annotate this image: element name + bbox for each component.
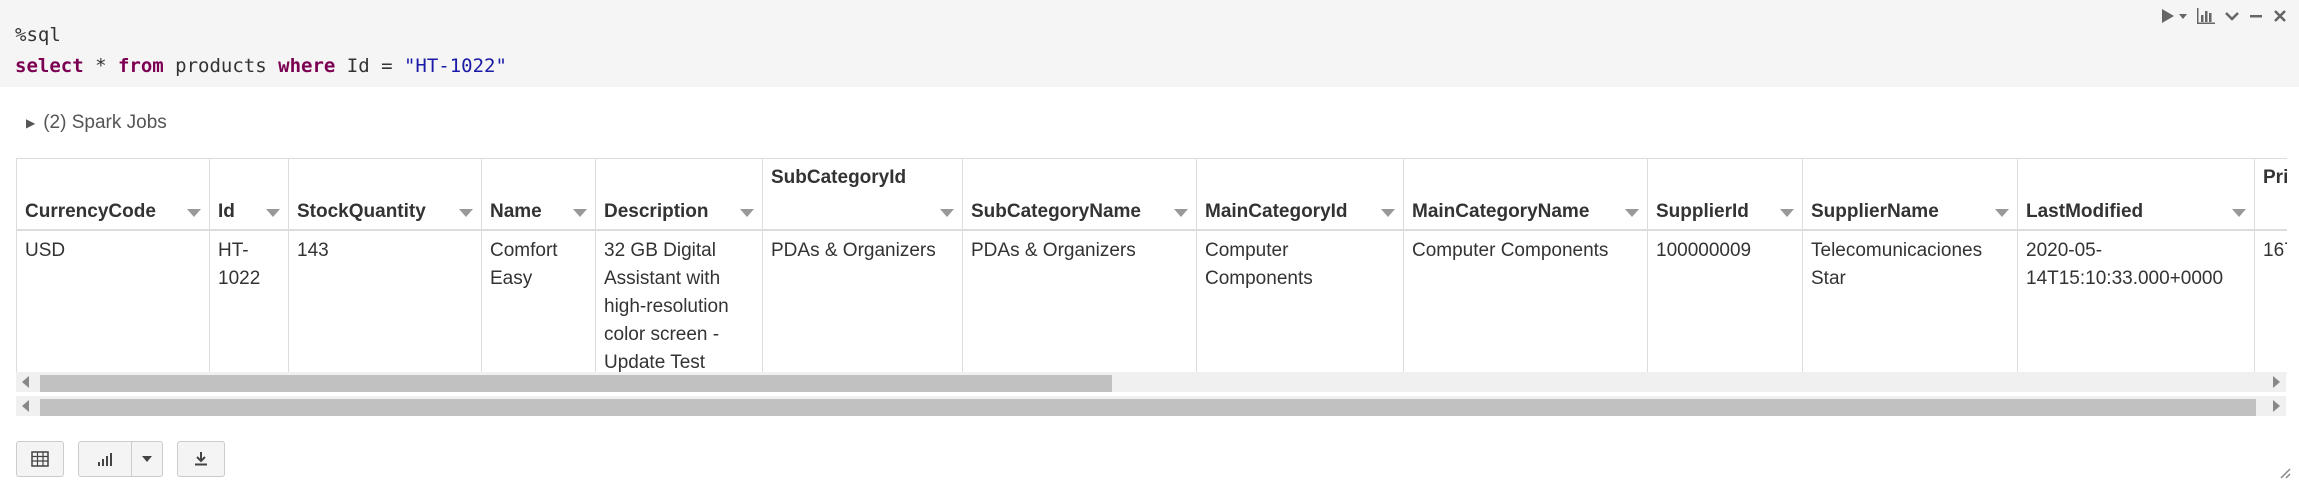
table-cell: HT-1022 [209,230,289,373]
column-header-label: SupplierName [1811,201,1939,222]
scroll-right-icon[interactable] [2273,400,2280,412]
resize-handle-icon[interactable] [2277,465,2291,479]
column-header-label: CurrencyCode [25,201,156,222]
column-header-label: SubCategoryName [971,201,1141,222]
column-header[interactable]: Price [2254,159,2287,231]
sort-caret-icon[interactable] [940,209,954,217]
output-horizontal-scrollbar[interactable] [16,396,2286,416]
column-header-label: SubCategoryId [771,167,907,188]
sort-caret-icon[interactable] [459,209,473,217]
play-icon[interactable] [2159,6,2189,32]
close-icon[interactable] [2271,6,2289,32]
code-string: "HT-1022" [403,55,507,77]
code-table: products [163,55,279,77]
sort-caret-icon[interactable] [1995,209,2009,217]
sort-caret-icon[interactable] [1780,209,1794,217]
sort-caret-icon[interactable] [1174,209,1188,217]
code-cell[interactable]: %sql select * from products where Id = "… [0,0,2299,87]
table-cell: 100000009 [1647,230,1803,373]
column-header[interactable]: Id [209,159,289,231]
code-condition: Id = [335,55,404,77]
bar-chart-icon [98,453,112,466]
download-icon [195,452,207,466]
sort-caret-icon[interactable] [740,209,754,217]
scroll-right-icon[interactable] [2273,376,2280,388]
column-header[interactable]: StockQuantity [288,159,482,231]
table-icon [31,451,49,467]
minimize-icon[interactable] [2247,6,2265,32]
column-header[interactable]: SubCategoryId [762,159,963,231]
chevron-down-icon[interactable] [2223,6,2241,32]
caret-right-icon: ▶ [26,116,36,130]
column-header-label: Description [604,201,709,222]
spark-jobs-label: (2) Spark Jobs [43,112,167,133]
table-row: USD HT-1022 143 Comfort Easy 32 GB Digital A… [17,230,2287,373]
column-header[interactable]: Description [595,159,763,231]
column-header-label: Price [2263,167,2287,188]
download-button[interactable] [177,441,225,477]
column-header-label: SupplierId [1656,201,1749,222]
table-cell: Comfort Easy [481,230,596,373]
output-toolbar [16,441,225,477]
table-horizontal-scrollbar[interactable] [16,372,2286,392]
scrollbar-thumb[interactable] [40,399,2256,416]
column-header-label: Name [490,201,542,222]
column-header-label: MainCategoryId [1205,201,1348,222]
sort-caret-icon[interactable] [187,209,201,217]
table-cell: USD [17,230,210,373]
keyword-where: where [278,55,336,77]
spark-jobs-toggle[interactable]: ▶ (2) Spark Jobs [26,112,167,134]
keyword-select: select [15,55,84,77]
scroll-left-icon[interactable] [22,376,29,388]
sort-caret-icon[interactable] [1381,209,1395,217]
table-cell: PDAs & Organizers [762,230,963,373]
sort-caret-icon[interactable] [573,209,587,217]
column-header-label: StockQuantity [297,201,426,222]
table-cell: Telecomunicaciones Star [1802,230,2018,373]
code-star: * [83,55,118,77]
column-header-label: MainCategoryName [1412,201,1590,222]
results-table: CurrencyCode Id StockQuantity Name Descripti… [17,159,2287,373]
chart-view-button[interactable] [78,441,132,477]
sort-caret-icon[interactable] [2232,209,2246,217]
scroll-left-icon[interactable] [22,400,29,412]
column-header[interactable]: MainCategoryId [1196,159,1404,231]
column-header[interactable]: SubCategoryName [962,159,1197,231]
caret-down-icon [142,456,152,462]
column-header[interactable]: SupplierName [1802,159,2018,231]
column-header[interactable]: SupplierId [1647,159,1803,231]
chart-button-group [78,441,163,477]
table-cell: 2020-05-14T15:10:33.000+0000 [2017,230,2255,373]
sort-caret-icon[interactable] [1625,209,1639,217]
scrollbar-thumb[interactable] [40,375,1112,392]
code-editor[interactable]: %sql select * from products where Id = "… [15,20,507,82]
column-header[interactable]: CurrencyCode [17,159,210,231]
keyword-from: from [117,55,164,77]
header-row: CurrencyCode Id StockQuantity Name Descripti… [17,159,2287,231]
table-cell: PDAs & Organizers [962,230,1197,373]
column-header[interactable]: MainCategoryName [1403,159,1648,231]
column-header-label: Id [218,201,235,222]
table-cell: 1679 [2254,230,2287,373]
magic-command: %sql [15,24,61,46]
table-cell: Computer Components [1403,230,1648,373]
sort-caret-icon[interactable] [266,209,280,217]
table-cell: Computer Components [1196,230,1404,373]
cell-controls [2159,6,2289,32]
table-view-button[interactable] [16,441,64,477]
table-cell: 143 [288,230,482,373]
bar-chart-icon[interactable] [2195,6,2217,32]
column-header[interactable]: Name [481,159,596,231]
table-cell: 32 GB Digital Assistant with high-resolu… [595,230,763,373]
results-table-container[interactable]: CurrencyCode Id StockQuantity Name Descripti… [16,158,2287,374]
column-header-label: LastModified [2026,201,2144,222]
column-header[interactable]: LastModified [2017,159,2255,231]
chart-options-dropdown[interactable] [132,441,163,477]
